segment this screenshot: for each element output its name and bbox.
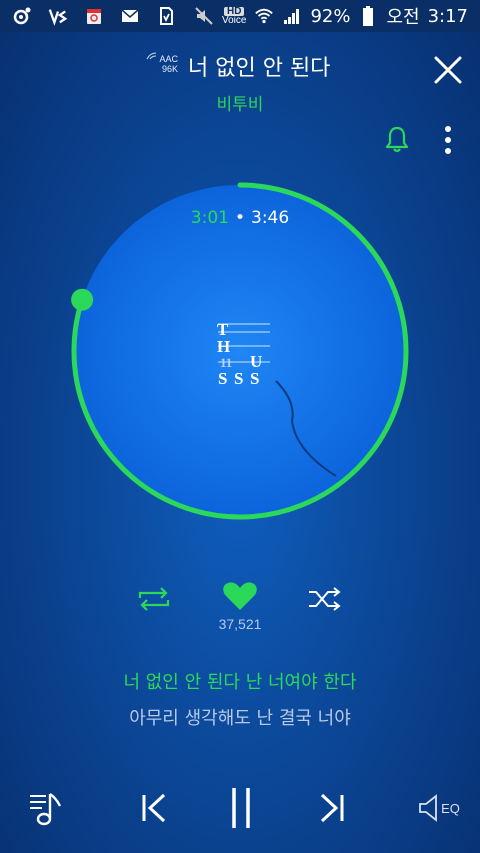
lyric-current-line[interactable]: 너 없인 안 된다 난 너여야 한다 [0, 668, 480, 694]
next-icon [320, 793, 344, 823]
playback-time: 3:01 • 3:46 [0, 208, 480, 228]
repeat-icon [138, 587, 170, 611]
playlist-button[interactable] [22, 780, 70, 836]
signal-waves-icon [146, 52, 157, 60]
signal-icon [282, 6, 302, 26]
status-bar: HD Voice 92% 오전 3:17 [0, 0, 480, 32]
heart-icon [223, 582, 257, 610]
total-time: 3:46 [251, 208, 290, 228]
album-disc: T H 11 U S S S [71, 182, 409, 520]
current-time: 3:01 [190, 208, 229, 228]
battery-icon [358, 6, 378, 26]
song-header: AAC 96K 너 없인 안 된다 [0, 46, 480, 86]
artist-name[interactable]: 비투비 [0, 90, 480, 115]
action-row [0, 580, 480, 620]
shuffle-button[interactable] [306, 584, 344, 618]
progress-knob[interactable] [71, 288, 94, 311]
like-count: 37,521 [218, 616, 262, 632]
calendar-icon [84, 6, 104, 26]
speaker-icon [419, 794, 437, 822]
shuffle-icon [309, 587, 341, 611]
close-icon [434, 56, 462, 84]
art-letter: S [250, 369, 259, 388]
mail-icon [120, 6, 140, 26]
playlist-music-icon [30, 793, 62, 826]
alarm-button[interactable] [384, 126, 410, 154]
repeat-button[interactable] [136, 584, 172, 618]
more-options-button[interactable] [436, 124, 460, 156]
notification-icons [12, 4, 176, 28]
equalizer-button[interactable]: EQ [412, 780, 464, 836]
time-separator: • [234, 208, 246, 228]
bitrate-label: 96K [161, 64, 178, 74]
more-vertical-icon [445, 126, 451, 154]
close-button[interactable] [432, 54, 464, 86]
music-app-icon [12, 6, 32, 26]
mute-icon [194, 6, 214, 26]
lyric-next-line[interactable]: 아무리 생각해도 난 결국 너야 [0, 704, 480, 730]
song-title: 너 없인 안 된다 [188, 56, 331, 81]
art-letter: S [234, 369, 243, 388]
clock-time: 3:17 [427, 5, 468, 27]
art-letter: 11 [220, 355, 232, 370]
next-button[interactable] [310, 780, 354, 836]
like-button[interactable] [222, 580, 258, 616]
pause-button[interactable] [218, 780, 264, 836]
bell-icon [385, 126, 409, 153]
art-letter: H [217, 337, 230, 356]
codec-badge: AAC 96K [146, 52, 178, 74]
hd-voice-icon: HD Voice [221, 7, 247, 26]
eq-label: EQ [441, 800, 460, 816]
download-icon [156, 6, 176, 26]
previous-icon [142, 793, 166, 823]
battery-percent: 92% [310, 5, 351, 27]
wifi-icon [254, 6, 274, 26]
pause-icon [232, 788, 250, 828]
clock-prefix: 오전 [386, 7, 420, 28]
playback-controls: EQ [0, 780, 480, 836]
art-letter: S [218, 369, 227, 388]
previous-button[interactable] [132, 780, 176, 836]
vs-icon [48, 6, 68, 26]
system-status: HD Voice 92% 오전 3:17 [194, 4, 468, 28]
voice-label: Voice [221, 15, 247, 26]
